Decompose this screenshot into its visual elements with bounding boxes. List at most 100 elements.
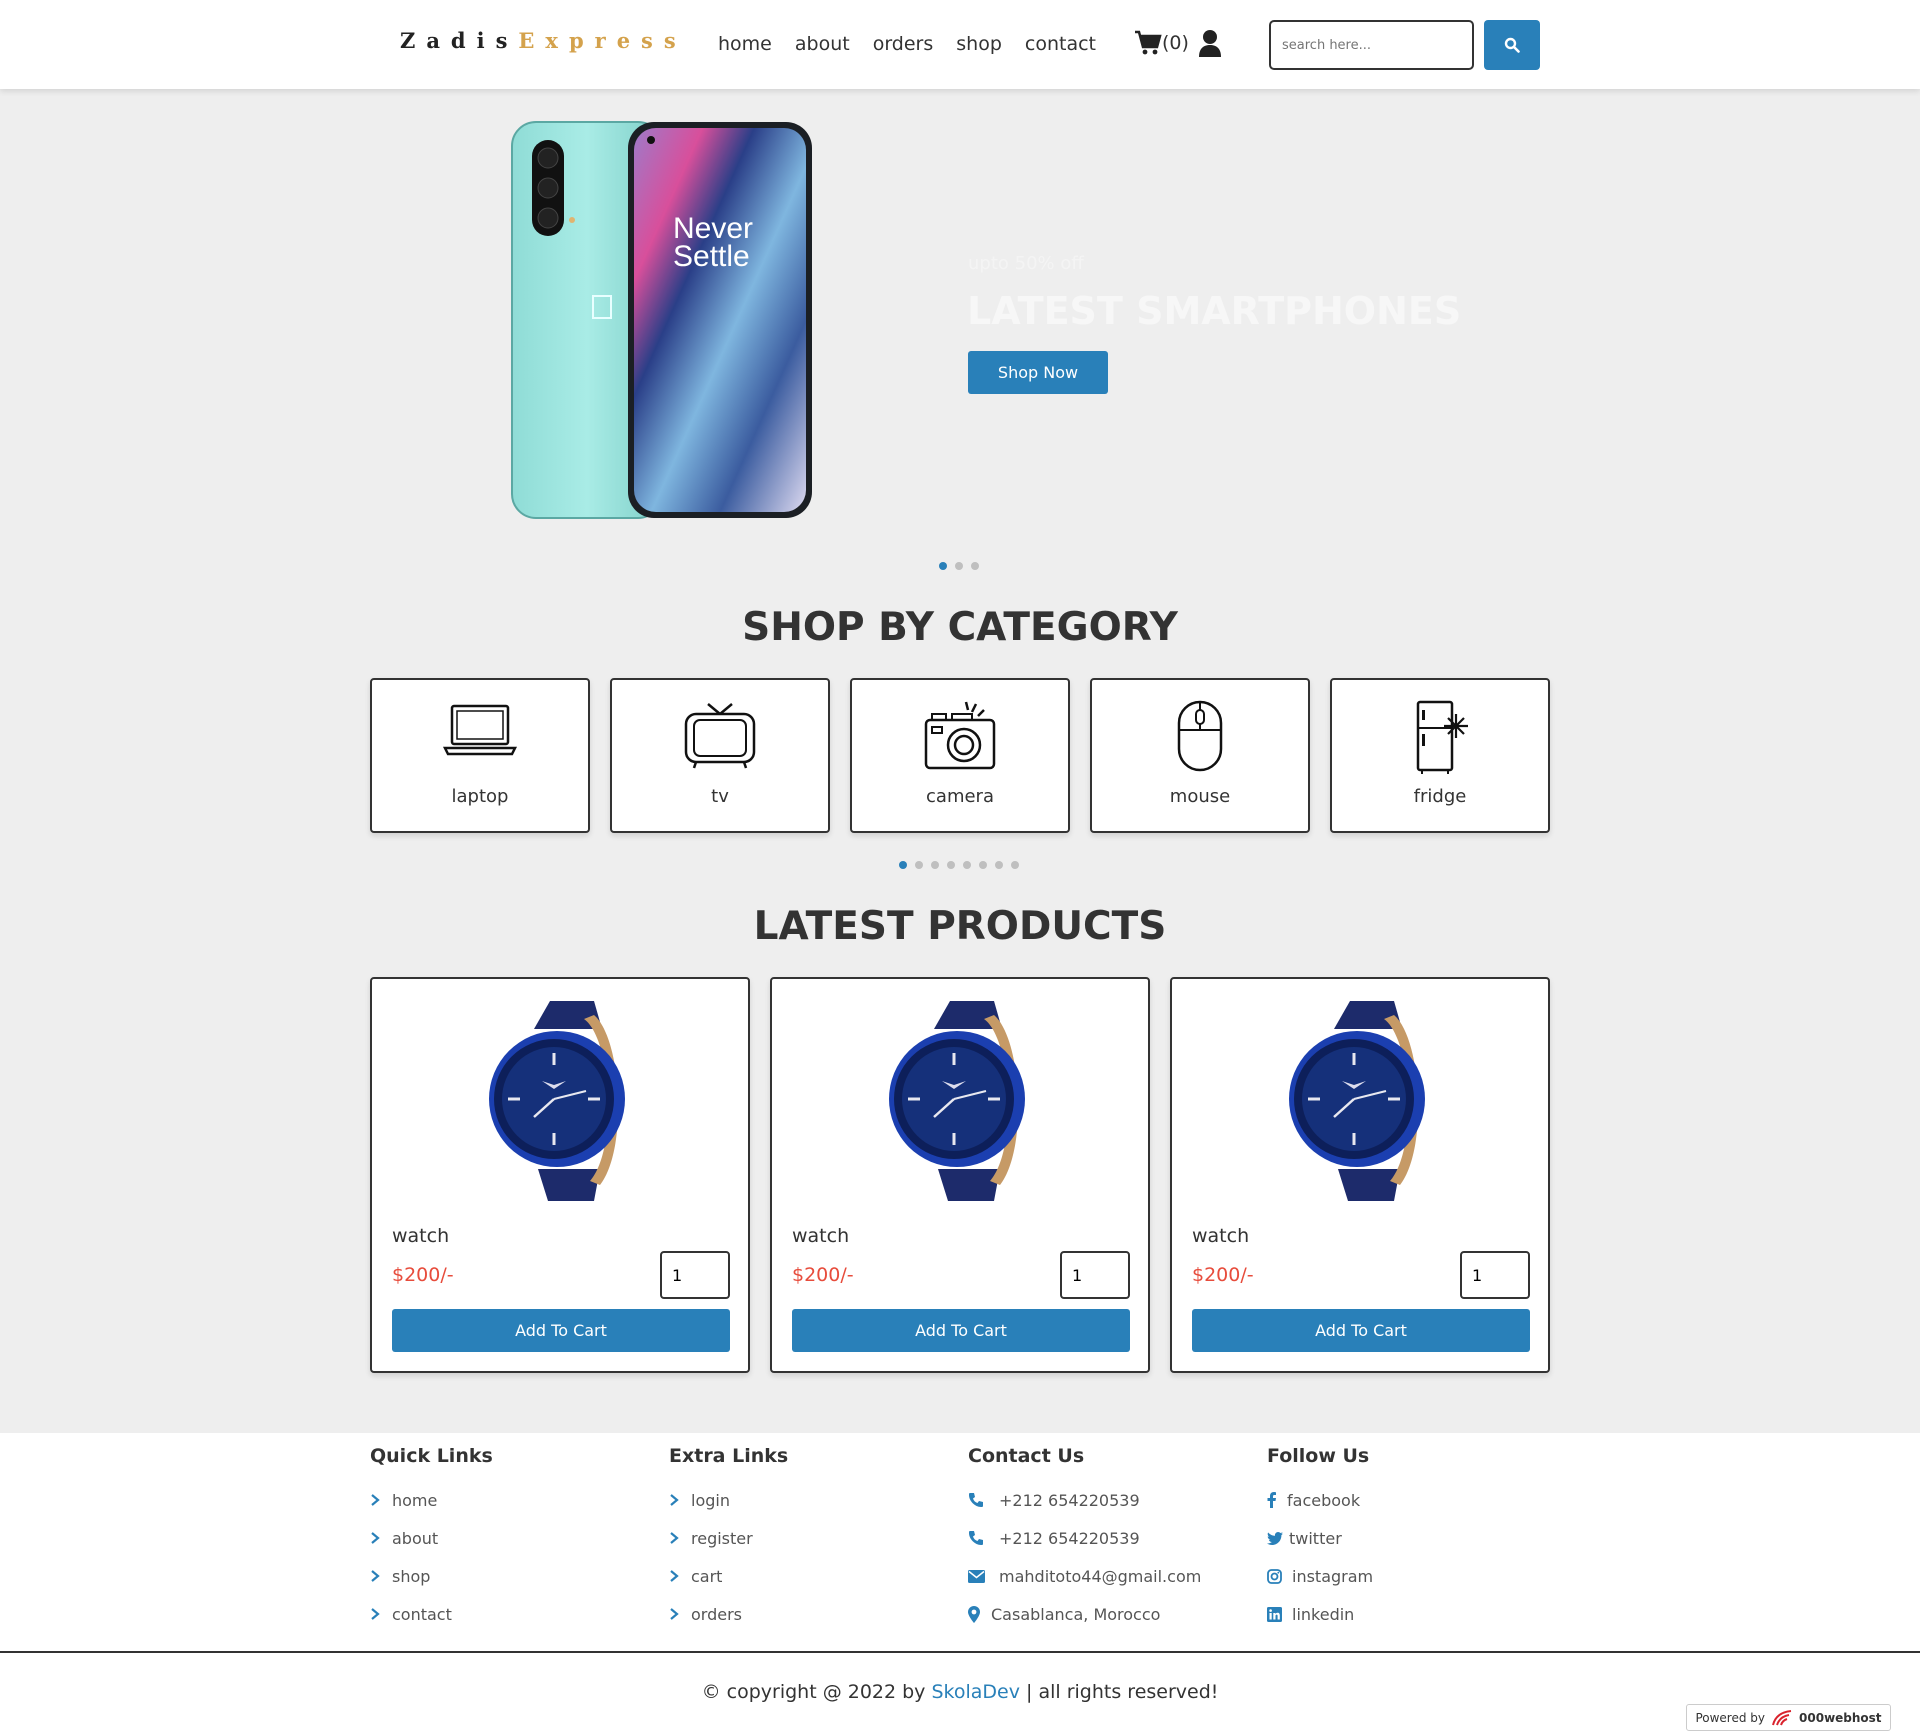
watch-image[interactable] [1282,999,1442,1208]
laptop-icon [442,704,518,756]
camera-icon [924,701,996,770]
category-card-fridge[interactable]: fridge [1330,678,1550,833]
search-button[interactable] [1484,20,1540,70]
category-carousel-dots [899,861,1019,869]
nav-orders[interactable]: orders [873,33,934,55]
add-to-cart-button[interactable]: Add To Cart [392,1309,730,1352]
carousel-dot[interactable] [939,562,947,570]
contact-title: Contact Us [968,1445,1085,1467]
product-price: $200/- [792,1264,854,1286]
footer-link-contact[interactable]: contact [370,1595,493,1633]
contact-phone-1[interactable]: +212 654220539 [968,1481,1201,1519]
contact-address[interactable]: Casablanca, Morocco [968,1595,1201,1633]
screen-text-2: Settle [673,240,750,273]
category-label: camera [926,786,994,807]
add-to-cart-button[interactable]: Add To Cart [1192,1309,1530,1352]
product-card: watch $200/- Add To Cart [770,977,1150,1373]
carousel-dot[interactable] [963,861,971,869]
category-card-laptop[interactable]: laptop [370,678,590,833]
contact-text: +212 654220539 [999,1528,1140,1548]
hero-carousel-dots [939,562,979,570]
carousel-dot[interactable] [979,861,987,869]
footer-link-home[interactable]: home [370,1481,493,1519]
add-to-cart-button[interactable]: Add To Cart [792,1309,1130,1352]
nav-contact[interactable]: contact [1025,33,1096,55]
footer-link-label: shop [392,1566,431,1586]
category-label: laptop [451,786,509,807]
logo-part2: Express [518,28,687,53]
product-price: $200/- [392,1264,454,1286]
social-label: linkedin [1292,1604,1355,1624]
products-section-title: LATEST PRODUCTS [753,904,1167,949]
shop-now-button[interactable]: Shop Now [968,351,1108,394]
social-label: instagram [1292,1566,1374,1586]
phone-icon [969,1493,983,1507]
quantity-input[interactable] [1460,1251,1530,1299]
contact-text: Casablanca, Morocco [991,1604,1161,1624]
category-card-mouse[interactable]: mouse [1090,678,1310,833]
carousel-dot[interactable] [995,861,1003,869]
carousel-dot[interactable] [1011,861,1019,869]
contact-email[interactable]: mahditoto44@gmail.com [968,1557,1201,1595]
carousel-dot[interactable] [955,562,963,570]
search-input[interactable] [1269,20,1474,70]
nav-about[interactable]: about [795,33,850,55]
cart-link[interactable]: (0) [1134,30,1189,56]
hero-phone-image: Never Settle [510,120,815,524]
chevron-right-icon [371,1494,380,1506]
product-name: watch [792,1225,850,1247]
tv-icon [684,703,756,769]
powered-by-badge[interactable]: Powered by 000webhost [1686,1704,1891,1731]
watch-image[interactable] [882,999,1042,1208]
footer-link-register[interactable]: register [669,1519,788,1557]
carousel-dot[interactable] [947,861,955,869]
nav-home[interactable]: home [718,33,772,55]
contact-phone-2[interactable]: +212 654220539 [968,1519,1201,1557]
watch-image[interactable] [482,999,642,1208]
mouse-icon [1177,700,1223,772]
quantity-input[interactable] [1060,1251,1130,1299]
social-linkedin[interactable]: linkedin [1267,1595,1373,1633]
category-card-tv[interactable]: tv [610,678,830,833]
footer-link-login[interactable]: login [669,1481,788,1519]
footer-link-orders[interactable]: orders [669,1595,788,1633]
logo[interactable]: ZadisExpress [400,28,687,53]
social-facebook[interactable]: facebook [1267,1481,1373,1519]
linkedin-icon [1267,1606,1282,1622]
chevron-right-icon [670,1494,679,1506]
quantity-input[interactable] [660,1251,730,1299]
footer-link-label: register [691,1528,753,1548]
category-card-camera[interactable]: camera [850,678,1070,833]
footer-link-cart[interactable]: cart [669,1557,788,1595]
user-menu[interactable] [1198,29,1222,61]
contact-text: mahditoto44@gmail.com [999,1566,1202,1586]
extra-links-title: Extra Links [669,1445,789,1467]
powered-by-label: Powered by [1695,1710,1766,1725]
chevron-right-icon [670,1608,679,1620]
social-twitter[interactable]: twitter [1267,1519,1373,1557]
carousel-dot[interactable] [971,562,979,570]
hero-subtitle: upto 50% off [968,253,1084,274]
chevron-right-icon [371,1608,380,1620]
envelope-icon [968,1569,985,1583]
cart-icon [1135,30,1162,55]
hero-title: LATEST SMARTPHONES [967,289,1462,333]
category-section-title: SHOP BY CATEGORY [742,605,1178,650]
carousel-dot[interactable] [915,861,923,869]
carousel-dot[interactable] [931,861,939,869]
social-label: facebook [1287,1490,1361,1510]
footer-divider [0,1651,1920,1653]
copyright: © copyright @ 2022 by SkolaDev | all rig… [0,1681,1920,1703]
footer-link-shop[interactable]: shop [370,1557,493,1595]
footer-link-about[interactable]: about [370,1519,493,1557]
nav-shop[interactable]: shop [956,33,1002,55]
twitter-icon [1267,1531,1283,1545]
chevron-right-icon [371,1570,380,1582]
category-label: fridge [1413,786,1467,807]
contact-text: +212 654220539 [999,1490,1140,1510]
carousel-dot[interactable] [899,861,907,869]
social-instagram[interactable]: instagram [1267,1557,1373,1595]
search-icon [1504,37,1520,53]
fridge-icon [1416,700,1468,774]
copyright-author-link[interactable]: SkolaDev [931,1681,1020,1703]
